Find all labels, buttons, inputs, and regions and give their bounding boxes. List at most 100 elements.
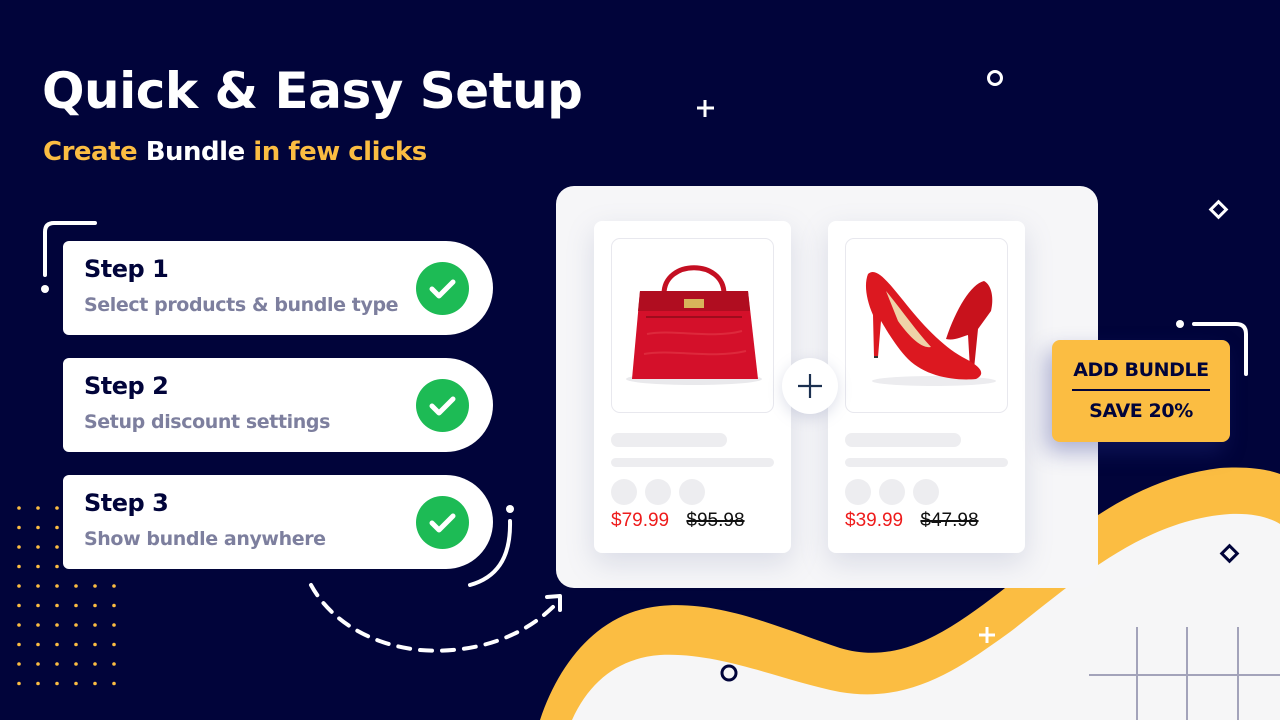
dot bbox=[17, 545, 21, 549]
dot bbox=[93, 623, 97, 627]
original-price: $47.98 bbox=[920, 510, 979, 531]
handbag-icon bbox=[626, 265, 762, 385]
original-price: $95.98 bbox=[686, 510, 745, 531]
variant-swatch[interactable] bbox=[679, 479, 705, 505]
check-circle-icon bbox=[416, 496, 469, 549]
dot bbox=[36, 584, 40, 588]
dot bbox=[112, 681, 116, 686]
check-circle-icon bbox=[416, 379, 469, 432]
diamond-decoration bbox=[1208, 199, 1229, 220]
dot bbox=[36, 506, 40, 510]
skeleton-title bbox=[845, 433, 961, 447]
price-row: $79.99 $95.98 bbox=[611, 510, 745, 532]
dot bbox=[93, 681, 97, 686]
dashed-arrow bbox=[309, 583, 557, 653]
dot bbox=[36, 662, 40, 666]
dot-decoration bbox=[1176, 320, 1184, 328]
dot bbox=[93, 603, 97, 608]
subtitle-part-bundle: Bundle bbox=[145, 137, 246, 167]
page-subtitle: Create Bundle in few clicks bbox=[43, 137, 427, 167]
dot bbox=[17, 642, 21, 647]
add-bundle-label: ADD BUNDLE bbox=[1073, 359, 1209, 381]
sale-price: $79.99 bbox=[611, 510, 670, 531]
dot bbox=[36, 564, 40, 569]
dot bbox=[55, 525, 59, 530]
dot bbox=[74, 623, 78, 627]
dot bbox=[17, 662, 21, 666]
dot bbox=[93, 584, 97, 588]
plus-icon bbox=[782, 358, 838, 414]
step-card-2: Step 2 Setup discount settings bbox=[63, 358, 493, 452]
variant-swatch[interactable] bbox=[845, 479, 871, 505]
dot bbox=[74, 681, 78, 686]
dot bbox=[17, 681, 21, 686]
subtitle-part-create: Create bbox=[43, 137, 138, 167]
dot bbox=[93, 642, 97, 647]
save-percent-label: SAVE 20% bbox=[1089, 400, 1193, 422]
step-title: Step 3 bbox=[84, 489, 169, 517]
dot bbox=[55, 642, 59, 647]
product-image-handbag bbox=[611, 238, 774, 413]
step-card-1: Step 1 Select products & bundle type bbox=[63, 241, 493, 335]
dot bbox=[36, 623, 40, 627]
dot bbox=[74, 642, 78, 647]
dot bbox=[74, 603, 78, 608]
variant-swatch[interactable] bbox=[913, 479, 939, 505]
variant-swatch[interactable] bbox=[879, 479, 905, 505]
dot bbox=[74, 584, 78, 588]
dot bbox=[36, 525, 40, 530]
variant-swatch[interactable] bbox=[645, 479, 671, 505]
dot bbox=[36, 681, 40, 686]
bundle-preview-panel: $79.99 $95.98 $39.99 $47.98 bbox=[556, 186, 1098, 588]
dot-decoration bbox=[41, 285, 49, 293]
dot bbox=[112, 623, 116, 627]
dot bbox=[55, 545, 59, 549]
step-title: Step 2 bbox=[84, 372, 169, 400]
dot bbox=[17, 506, 21, 510]
dot bbox=[36, 603, 40, 608]
dot bbox=[17, 623, 21, 627]
badge-divider bbox=[1072, 389, 1210, 391]
product-card-2[interactable]: $39.99 $47.98 bbox=[828, 221, 1025, 553]
dot bbox=[36, 642, 40, 647]
dot bbox=[112, 584, 116, 588]
dot bbox=[17, 525, 21, 530]
variant-swatch[interactable] bbox=[611, 479, 637, 505]
dot bbox=[55, 506, 59, 510]
dot-decoration bbox=[506, 505, 514, 513]
add-bundle-button[interactable]: ADD BUNDLE SAVE 20% bbox=[1052, 340, 1230, 442]
subtitle-part-clicks: in few clicks bbox=[253, 137, 427, 167]
dot bbox=[93, 662, 97, 666]
product-image-heels bbox=[845, 238, 1008, 413]
step-title: Step 1 bbox=[84, 255, 169, 283]
step-description: Show bundle anywhere bbox=[84, 528, 326, 550]
step-card-3: Step 3 Show bundle anywhere bbox=[63, 475, 493, 569]
dot bbox=[55, 623, 59, 627]
dot bbox=[74, 662, 78, 666]
dot bbox=[112, 662, 116, 666]
step-description: Setup discount settings bbox=[84, 411, 330, 433]
skeleton-line bbox=[845, 458, 1008, 467]
dot bbox=[17, 603, 21, 608]
plus-decoration bbox=[697, 100, 714, 117]
skeleton-title bbox=[611, 433, 727, 447]
price-row: $39.99 $47.98 bbox=[845, 510, 979, 532]
step-description: Select products & bundle type bbox=[84, 294, 399, 316]
high-heels-icon bbox=[865, 272, 996, 386]
dot bbox=[17, 584, 21, 588]
dot bbox=[112, 603, 116, 608]
skeleton-line bbox=[611, 458, 774, 467]
product-card-1[interactable]: $79.99 $95.98 bbox=[594, 221, 791, 553]
sale-price: $39.99 bbox=[845, 510, 904, 531]
dot bbox=[55, 603, 59, 608]
page-title: Quick & Easy Setup bbox=[42, 62, 583, 120]
dot bbox=[55, 681, 59, 686]
dot bbox=[55, 564, 59, 569]
check-circle-icon bbox=[416, 262, 469, 315]
dot bbox=[55, 584, 59, 588]
dot bbox=[112, 642, 116, 647]
dot bbox=[55, 662, 59, 666]
dot bbox=[17, 564, 21, 569]
ring-decoration bbox=[987, 70, 1003, 86]
dot bbox=[36, 545, 40, 549]
